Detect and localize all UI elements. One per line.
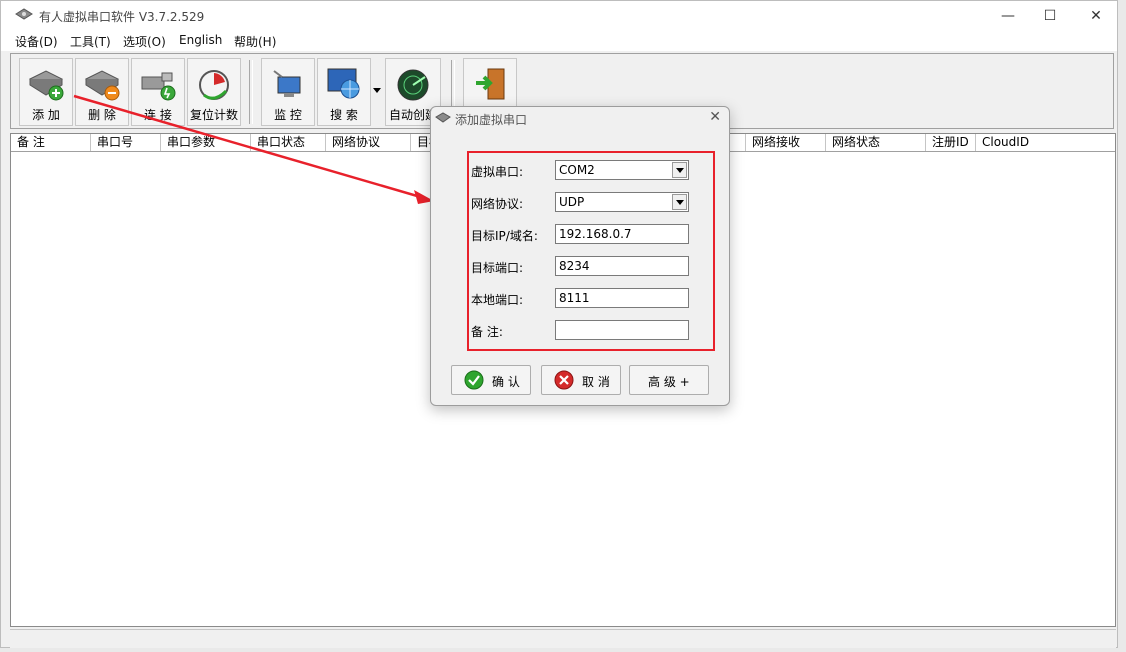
search-label: 搜 索: [330, 108, 358, 122]
chevron-down-icon[interactable]: [672, 194, 687, 210]
col-cloud-id[interactable]: CloudID: [976, 134, 1115, 151]
search-globe-icon: [327, 68, 360, 99]
check-icon: [464, 370, 484, 390]
target-port-input[interactable]: 8234: [555, 256, 689, 276]
add-virtual-port-dialog: 添加虚拟串口 ✕ 虚拟串口: COM2 网络协议: UDP 目标IP/域名: 1…: [430, 106, 730, 406]
maximize-button[interactable]: ☐: [1027, 1, 1073, 31]
remark-label: 备 注:: [471, 325, 503, 339]
monitor-button[interactable]: 监 控: [261, 58, 315, 126]
exit-door-icon: [476, 68, 505, 100]
col-net-status[interactable]: 网络状态: [826, 134, 926, 151]
app-icon: [15, 8, 33, 20]
title-bar: 有人虚拟串口软件 V3.7.2.529 — ☐ ✕: [1, 1, 1117, 31]
protocol-select[interactable]: UDP: [555, 192, 689, 212]
remark-input[interactable]: [555, 320, 689, 340]
menu-help[interactable]: 帮助(H): [234, 33, 276, 50]
connect-label: 连 接: [144, 108, 172, 122]
col-reg-id[interactable]: 注册ID: [926, 134, 976, 151]
delete-device-icon: [84, 70, 120, 101]
target-ip-input[interactable]: 192.168.0.7: [555, 224, 689, 244]
monitor-icon: [273, 70, 301, 97]
plug-connect-icon: [141, 72, 176, 101]
col-net-recv[interactable]: 网络接收: [746, 134, 826, 151]
local-port-label: 本地端口:: [471, 293, 524, 307]
advanced-button[interactable]: 高 级 +: [629, 365, 709, 395]
virtual-port-value: COM2: [559, 163, 595, 177]
menu-english[interactable]: English: [179, 33, 222, 47]
reset-count-button[interactable]: 复位计数: [187, 58, 241, 126]
cancel-icon: [554, 370, 574, 390]
col-port-status[interactable]: 串口状态: [251, 134, 326, 151]
search-button[interactable]: 搜 索: [317, 58, 371, 126]
ok-button[interactable]: 确 认: [451, 365, 531, 395]
status-bar: [10, 629, 1116, 648]
menu-options[interactable]: 选项(O): [123, 33, 166, 50]
close-icon[interactable]: ✕: [709, 109, 721, 125]
protocol-value: UDP: [559, 195, 585, 209]
reset-count-label: 复位计数: [189, 108, 238, 122]
add-device-icon: [28, 70, 64, 101]
col-remark[interactable]: 备 注: [11, 134, 91, 151]
connect-button[interactable]: 连 接: [131, 58, 185, 126]
cancel-button[interactable]: 取 消: [541, 365, 621, 395]
app-icon: [435, 112, 451, 123]
chevron-down-icon[interactable]: [672, 162, 687, 178]
window-title: 有人虚拟串口软件 V3.7.2.529: [39, 10, 205, 24]
minimize-button[interactable]: —: [985, 1, 1031, 31]
local-port-input[interactable]: 8111: [555, 288, 689, 308]
add-button[interactable]: 添 加: [19, 58, 73, 126]
dialog-title: 添加虚拟串口: [455, 113, 528, 127]
target-ip-label: 目标IP/域名:: [471, 229, 538, 243]
toolbar-separator: [249, 60, 253, 124]
virtual-port-select[interactable]: COM2: [555, 160, 689, 180]
col-port-params[interactable]: 串口参数: [161, 134, 251, 151]
menu-tools[interactable]: 工具(T): [70, 33, 111, 50]
monitor-label: 监 控: [274, 108, 302, 122]
menu-device[interactable]: 设备(D): [15, 33, 58, 50]
col-protocol[interactable]: 网络协议: [326, 134, 411, 151]
menu-bar: 设备(D) 工具(T) 选项(O) English 帮助(H): [1, 31, 1117, 51]
cancel-label: 取 消: [582, 375, 610, 389]
col-port[interactable]: 串口号: [91, 134, 161, 151]
target-port-label: 目标端口:: [471, 261, 524, 275]
virtual-port-label: 虚拟串口:: [471, 165, 524, 179]
advanced-label: 高 级 +: [648, 375, 690, 389]
add-label: 添 加: [32, 108, 60, 122]
protocol-label: 网络协议:: [471, 197, 524, 211]
col-hidden[interactable]: [731, 134, 746, 151]
delete-button[interactable]: 删 除: [75, 58, 129, 126]
close-button[interactable]: ✕: [1073, 1, 1119, 31]
search-dropdown-arrow[interactable]: [373, 88, 381, 93]
delete-label: 删 除: [88, 108, 116, 122]
ok-label: 确 认: [492, 375, 520, 389]
stopwatch-reset-icon: [199, 70, 229, 100]
radar-icon: [397, 69, 429, 101]
